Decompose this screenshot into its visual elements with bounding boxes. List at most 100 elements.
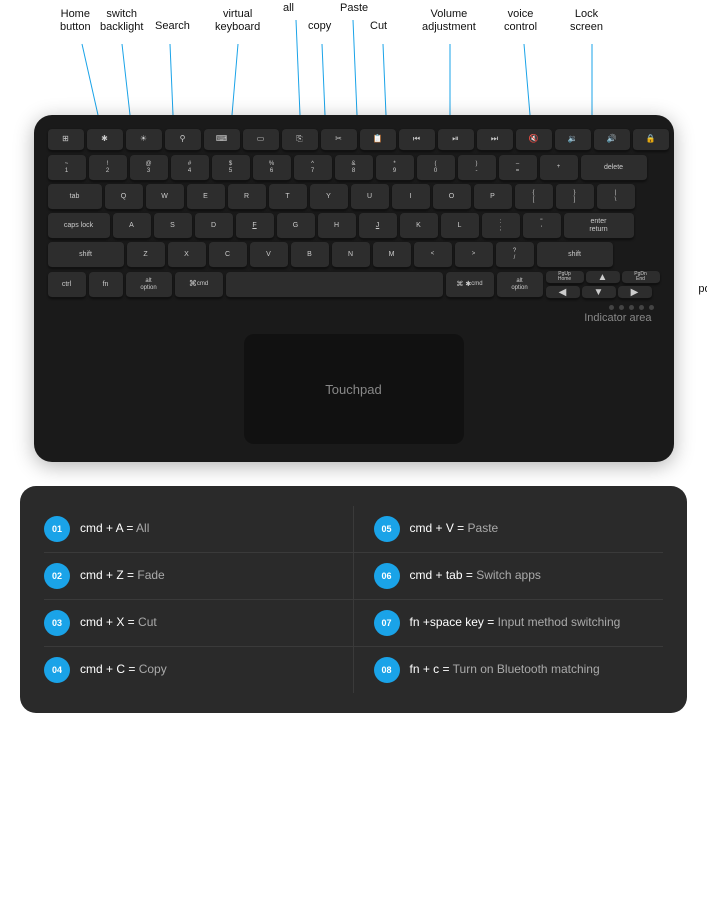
key-n[interactable]: N (332, 242, 370, 268)
shortcut-result-6: Switch apps (476, 568, 541, 582)
key-alt-right[interactable]: altoption (497, 272, 543, 298)
key-pgup[interactable]: PgUpHome (546, 271, 584, 284)
key-dollar[interactable]: $5 (212, 155, 250, 181)
asdf-row: caps lock A S D F G H J K L :; "' enterr… (48, 213, 660, 239)
key-v[interactable]: V (250, 242, 288, 268)
key-rparen[interactable]: )- (458, 155, 496, 181)
shortcut-text-7: fn +space key = Input method switching (410, 615, 621, 631)
shortcut-text-4: cmd + C = Copy (80, 662, 167, 678)
key-screen[interactable]: ▭ (243, 129, 279, 151)
key-star[interactable]: *9 (376, 155, 414, 181)
key-next[interactable]: ⏭ (477, 129, 513, 151)
key-all[interactable]: ⎘ (282, 129, 318, 151)
key-up[interactable]: ▲ (586, 271, 620, 284)
key-a[interactable]: A (113, 213, 151, 239)
key-tilde[interactable]: ~1 (48, 155, 86, 181)
key-g[interactable]: G (277, 213, 315, 239)
key-minus[interactable]: –= (499, 155, 537, 181)
key-o[interactable]: O (433, 184, 471, 210)
key-playpause[interactable]: ⏯ (438, 129, 474, 151)
key-lparen[interactable]: (0 (417, 155, 455, 181)
shortcut-item-5: 05 cmd + V = Paste (354, 506, 664, 553)
key-enter[interactable]: enterreturn (564, 213, 634, 239)
key-capslock[interactable]: caps lock (48, 213, 110, 239)
key-excl[interactable]: !2 (89, 155, 127, 181)
key-cmd-left[interactable]: ⌘cmd (175, 272, 223, 298)
key-d[interactable]: D (195, 213, 233, 239)
key-i[interactable]: I (392, 184, 430, 210)
shortcut-badge-3: 03 (44, 610, 70, 636)
key-rbrace[interactable]: }] (556, 184, 594, 210)
shortcut-badge-2: 02 (44, 563, 70, 589)
key-e[interactable]: E (187, 184, 225, 210)
key-gt[interactable]: > (455, 242, 493, 268)
key-b[interactable]: B (291, 242, 329, 268)
key-quote[interactable]: "' (523, 213, 561, 239)
key-x[interactable]: X (168, 242, 206, 268)
key-delete[interactable]: delete (581, 155, 647, 181)
key-cut[interactable]: ✂ (321, 129, 357, 151)
key-prev[interactable]: ⏮ (399, 129, 435, 151)
key-home[interactable]: ⊞ (48, 129, 84, 151)
key-down[interactable]: ▼ (582, 286, 616, 299)
shortcut-badge-8: 08 (374, 657, 400, 683)
key-backlight[interactable]: ✱ (87, 129, 123, 151)
key-pgdn[interactable]: PgDnEnd (622, 271, 660, 284)
key-amp[interactable]: &8 (335, 155, 373, 181)
key-s[interactable]: S (154, 213, 192, 239)
indicator-dots-row (48, 305, 660, 310)
label-all: all (283, 2, 294, 15)
key-shift-left[interactable]: shift (48, 242, 124, 268)
key-j[interactable]: J (359, 213, 397, 239)
key-paste[interactable]: 📋 (360, 129, 396, 151)
key-lock[interactable]: 🔒 (633, 129, 669, 151)
key-at[interactable]: @3 (130, 155, 168, 181)
key-p[interactable]: P (474, 184, 512, 210)
key-ctrl[interactable]: ctrl (48, 272, 86, 298)
fn-row: ⊞ ✱ ☀ ⚲ ⌨ ▭ ⎘ ✂ 📋 ⏮ ⏯ ⏭ 🔇 🔉 🔊 🔒 (48, 129, 660, 151)
key-q[interactable]: Q (105, 184, 143, 210)
shortcut-result-2: Fade (137, 568, 164, 582)
key-u[interactable]: U (351, 184, 389, 210)
key-z[interactable]: Z (127, 242, 165, 268)
key-question[interactable]: ?/ (496, 242, 534, 268)
key-vol-down[interactable]: 🔉 (555, 129, 591, 151)
key-plus[interactable]: + (540, 155, 578, 181)
key-k[interactable]: K (400, 213, 438, 239)
key-cmd-right[interactable]: ⌘ ✱cmd (446, 272, 494, 298)
shortcut-badge-5: 05 (374, 516, 400, 542)
key-y[interactable]: Y (310, 184, 348, 210)
key-t[interactable]: T (269, 184, 307, 210)
shortcut-item-3: 03 cmd + X = Cut (44, 600, 354, 647)
key-vol-up[interactable]: 🔊 (594, 129, 630, 151)
key-semi[interactable]: :; (482, 213, 520, 239)
key-percent[interactable]: %6 (253, 155, 291, 181)
key-shift-right[interactable]: shift (537, 242, 613, 268)
key-l[interactable]: L (441, 213, 479, 239)
key-left[interactable]: ◀ (546, 286, 580, 299)
key-caret[interactable]: ^7 (294, 155, 332, 181)
shortcut-result-4: Copy (139, 662, 167, 676)
key-w[interactable]: W (146, 184, 184, 210)
key-right[interactable]: ▶ (618, 286, 652, 299)
key-alt-left[interactable]: altoption (126, 272, 172, 298)
key-hash[interactable]: #4 (171, 155, 209, 181)
key-c[interactable]: C (209, 242, 247, 268)
key-virtual-keyboard[interactable]: ⌨ (204, 129, 240, 151)
key-lbrace[interactable]: {[ (515, 184, 553, 210)
key-search[interactable]: ⚲ (165, 129, 201, 151)
key-brightness[interactable]: ☀ (126, 129, 162, 151)
shortcut-badge-7: 07 (374, 610, 400, 636)
key-space[interactable] (226, 272, 443, 298)
touchpad[interactable]: Touchpad (244, 334, 464, 444)
zxcv-row: shift Z X C V B N M < > ?/ shift (48, 242, 660, 268)
key-tab[interactable]: tab (48, 184, 102, 210)
key-r[interactable]: R (228, 184, 266, 210)
key-m[interactable]: M (373, 242, 411, 268)
key-mute[interactable]: 🔇 (516, 129, 552, 151)
key-f[interactable]: F (236, 213, 274, 239)
key-pipe[interactable]: |\ (597, 184, 635, 210)
key-fn[interactable]: fn (89, 272, 123, 298)
key-h[interactable]: H (318, 213, 356, 239)
key-lt[interactable]: < (414, 242, 452, 268)
